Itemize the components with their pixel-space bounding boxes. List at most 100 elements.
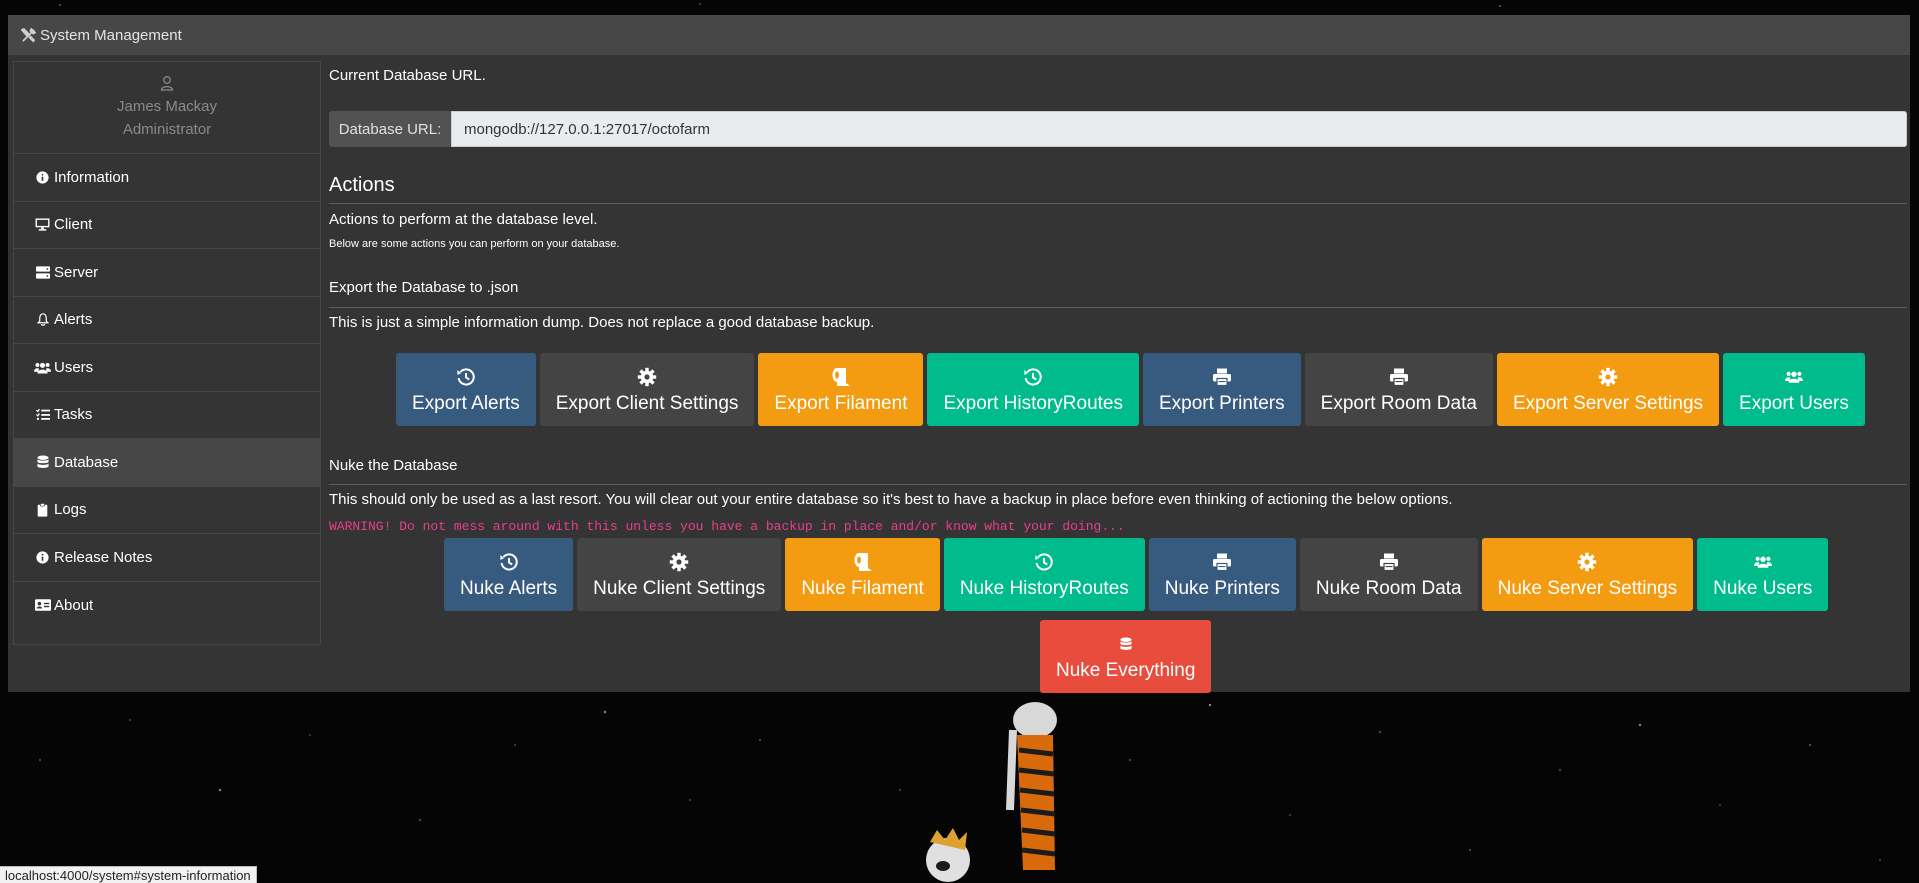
export-heading: Export the Database to .json bbox=[329, 279, 519, 296]
info-circle-icon bbox=[34, 551, 51, 564]
users-icon bbox=[34, 361, 51, 374]
nuke-nuke-alerts-button[interactable]: Nuke Alerts bbox=[444, 538, 574, 611]
button-label: Export Server Settings bbox=[1512, 392, 1704, 414]
sidebar-item-label: Server bbox=[54, 263, 99, 281]
history-icon bbox=[1034, 550, 1054, 574]
sidebar-item-server[interactable]: Server bbox=[14, 249, 320, 297]
actions-note: Below are some actions you can perform o… bbox=[329, 238, 620, 250]
sidebar-item-alerts[interactable]: Alerts bbox=[14, 297, 320, 344]
nuke-nuke-users-button[interactable]: Nuke Users bbox=[1697, 538, 1829, 611]
db-url-prefix: Database URL: bbox=[329, 111, 451, 147]
actions-heading: Actions bbox=[329, 174, 395, 196]
cog-icon bbox=[1598, 365, 1618, 389]
nuke-nuke-everything-button[interactable]: Nuke Everything bbox=[1040, 620, 1212, 693]
nuke-nuke-historyroutes-button[interactable]: Nuke HistoryRoutes bbox=[943, 538, 1145, 611]
bell-icon bbox=[34, 313, 51, 327]
export-export-users-button[interactable]: Export Users bbox=[1723, 353, 1865, 426]
info-circle-icon bbox=[34, 171, 51, 184]
sidebar-item-label: Tasks bbox=[54, 406, 93, 424]
nuke-nuke-room-data-button[interactable]: Nuke Room Data bbox=[1299, 538, 1478, 611]
cog-icon bbox=[669, 550, 689, 574]
history-icon bbox=[499, 550, 519, 574]
sidebar-item-label: Information bbox=[54, 168, 130, 186]
button-label: Export Printers bbox=[1158, 392, 1285, 414]
history-icon bbox=[1023, 365, 1043, 389]
sidebar-item-release-notes[interactable]: Release Notes bbox=[14, 534, 320, 582]
browser-status-bar: localhost:4000/system#system-information bbox=[0, 866, 257, 883]
desktop-icon bbox=[34, 218, 51, 231]
button-label: Nuke HistoryRoutes bbox=[959, 577, 1129, 599]
export-export-server-settings-button[interactable]: Export Server Settings bbox=[1496, 353, 1720, 426]
button-label: Export Alerts bbox=[412, 392, 520, 414]
print-icon bbox=[1212, 365, 1232, 389]
toilet-paper-icon bbox=[831, 365, 851, 389]
sidebar-item-label: About bbox=[54, 596, 94, 614]
nuke-heading: Nuke the Database bbox=[329, 457, 458, 474]
profile-card: James Mackay Administrator bbox=[14, 62, 320, 154]
history-icon bbox=[456, 365, 476, 389]
database-icon bbox=[1120, 632, 1132, 656]
db-url-field[interactable] bbox=[451, 111, 1907, 147]
users-icon bbox=[1784, 365, 1803, 389]
sidebar-item-label: Client bbox=[54, 216, 93, 234]
button-label: Nuke Alerts bbox=[460, 577, 558, 599]
cog-icon bbox=[1577, 550, 1597, 574]
divider bbox=[329, 484, 1907, 485]
export-export-alerts-button[interactable]: Export Alerts bbox=[396, 353, 536, 426]
toilet-paper-icon bbox=[853, 550, 873, 574]
button-label: Nuke Client Settings bbox=[593, 577, 766, 599]
nuke-nuke-client-settings-button[interactable]: Nuke Client Settings bbox=[577, 538, 782, 611]
sidebar-item-users[interactable]: Users bbox=[14, 344, 320, 392]
button-label: Export Client Settings bbox=[555, 392, 739, 414]
sidebar-item-client[interactable]: Client bbox=[14, 202, 320, 249]
export-description: This is just a simple information dump. … bbox=[329, 314, 875, 331]
button-label: Export HistoryRoutes bbox=[943, 392, 1123, 414]
tools-icon bbox=[21, 27, 36, 43]
export-export-printers-button[interactable]: Export Printers bbox=[1142, 353, 1301, 426]
print-icon bbox=[1379, 550, 1399, 574]
profile-name: James Mackay bbox=[116, 98, 218, 115]
database-icon bbox=[34, 455, 51, 469]
clipboard-icon bbox=[34, 502, 51, 517]
export-export-historyroutes-button[interactable]: Export HistoryRoutes bbox=[927, 353, 1139, 426]
button-label: Nuke Everything bbox=[1056, 659, 1196, 681]
modal-header: System Management bbox=[8, 15, 1910, 55]
button-label: Nuke Server Settings bbox=[1497, 577, 1678, 599]
sidebar-item-database[interactable]: Database bbox=[14, 439, 320, 487]
print-icon bbox=[1212, 550, 1232, 574]
sidebar-item-label: Users bbox=[54, 358, 94, 376]
nuke-nuke-server-settings-button[interactable]: Nuke Server Settings bbox=[1481, 538, 1694, 611]
sidebar-item-label: Database bbox=[54, 453, 119, 471]
export-export-filament-button[interactable]: Export Filament bbox=[758, 353, 924, 426]
button-label: Nuke Room Data bbox=[1315, 577, 1462, 599]
current-db-label: Current Database URL. bbox=[329, 67, 486, 84]
sidebar-item-information[interactable]: Information bbox=[14, 154, 320, 202]
divider bbox=[329, 203, 1907, 204]
sidebar-item-about[interactable]: About bbox=[14, 582, 320, 630]
id-card-icon bbox=[34, 599, 51, 612]
sidebar-item-label: Logs bbox=[54, 501, 87, 519]
sidebar-item-label: Alerts bbox=[54, 311, 93, 329]
cog-icon bbox=[637, 365, 657, 389]
status-url: localhost:4000/system#system-information bbox=[5, 867, 251, 883]
button-label: Export Room Data bbox=[1320, 392, 1477, 414]
background-illustration bbox=[926, 702, 1057, 882]
nuke-nuke-printers-button[interactable]: Nuke Printers bbox=[1148, 538, 1296, 611]
sidebar: James Mackay Administrator Information Cl… bbox=[13, 61, 321, 645]
user-icon bbox=[14, 75, 320, 95]
sidebar-item-tasks[interactable]: Tasks bbox=[14, 392, 320, 439]
export-export-room-data-button[interactable]: Export Room Data bbox=[1304, 353, 1493, 426]
nuke-description: This should only be used as a last resor… bbox=[329, 491, 1453, 508]
divider bbox=[329, 307, 1907, 308]
export-export-client-settings-button[interactable]: Export Client Settings bbox=[539, 353, 755, 426]
system-management-modal: System Management James Mackay Administr… bbox=[8, 15, 1910, 693]
sidebar-item-label: Release Notes bbox=[54, 548, 153, 566]
button-label: Nuke Users bbox=[1713, 577, 1813, 599]
users-icon bbox=[1753, 550, 1772, 574]
sidebar-item-logs[interactable]: Logs bbox=[14, 487, 320, 534]
nuke-nuke-filament-button[interactable]: Nuke Filament bbox=[785, 538, 940, 611]
db-url-group: Database URL: bbox=[329, 111, 1907, 147]
server-icon bbox=[34, 266, 51, 279]
nuke-everything-row: Nuke Everything bbox=[1040, 620, 1212, 693]
profile-role: Administrator bbox=[122, 121, 212, 138]
